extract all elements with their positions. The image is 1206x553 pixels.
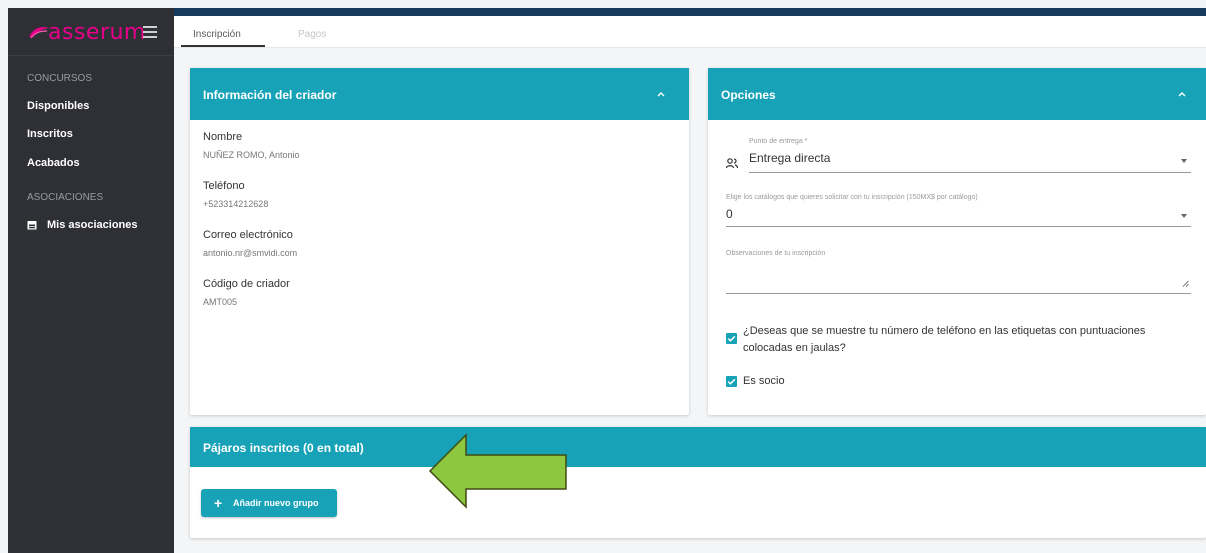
catalogs-select[interactable]: 0: [726, 207, 733, 221]
show-phone-checkbox[interactable]: [726, 333, 737, 344]
sidebar-section-associations: ASOCIACIONES: [27, 192, 104, 203]
active-tab-indicator: [181, 45, 265, 47]
birds-card-title: Pájaros inscritos (0 en total): [203, 441, 364, 455]
options-card-header: Opciones: [708, 68, 1206, 120]
annotation-arrow-icon: [428, 433, 567, 509]
sidebar-item-my-associations[interactable]: Mis asociaciones: [47, 219, 138, 231]
breeder-card-header: Información del criador: [190, 68, 689, 120]
field-label-email: Correo electrónico: [203, 229, 293, 241]
window-top-border: [0, 0, 1206, 8]
delivery-underline: [749, 172, 1191, 173]
field-label-phone: Teléfono: [203, 180, 245, 192]
sidebar-item-registered[interactable]: Inscritos: [27, 128, 73, 140]
top-banner-strip: [174, 8, 1206, 16]
check-icon: [727, 335, 736, 342]
birds-card: Pájaros inscritos (0 en total): [190, 427, 1206, 538]
field-label-name: Nombre: [203, 131, 243, 143]
catalogs-underline: [726, 226, 1191, 227]
calendar-icon: [27, 221, 37, 230]
chevron-up-icon[interactable]: [1178, 90, 1186, 98]
dropdown-arrow-icon[interactable]: [1181, 214, 1187, 218]
add-group-button[interactable]: + Añadir nuevo grupo: [201, 489, 337, 517]
options-card: Opciones Punto de entrega * Entrega dire…: [708, 68, 1206, 415]
brand-header: asserum: [8, 8, 174, 56]
field-value-email: antonio.nr@smvidi.com: [203, 248, 298, 258]
dropdown-arrow-icon[interactable]: [1181, 159, 1187, 163]
options-card-title: Opciones: [721, 88, 776, 102]
tab-payments[interactable]: Pagos: [298, 29, 326, 40]
breeder-card-title: Información del criador: [203, 88, 337, 102]
is-member-label: Es socio: [743, 375, 785, 387]
observations-underline: [726, 293, 1191, 294]
window-left-border: [0, 0, 8, 553]
observations-textarea[interactable]: Observaciones de tu inscripción: [726, 250, 825, 257]
field-label-breeder-code: Código de criador: [203, 278, 290, 290]
catalogs-label: Elige los catálogos que quieres solicita…: [726, 194, 978, 201]
check-icon: [727, 378, 736, 385]
resize-handle-icon[interactable]: [1182, 280, 1189, 287]
brand-name: asserum: [48, 20, 146, 45]
hamburger-icon[interactable]: [143, 26, 157, 38]
breeder-info-card: Información del criador Nombre NUÑEZ ROM…: [190, 68, 689, 415]
plus-icon: +: [214, 495, 223, 511]
delivery-label: Punto de entrega *: [749, 138, 808, 145]
birds-card-header: Pájaros inscritos (0 en total): [190, 427, 1206, 467]
tab-inscription[interactable]: Inscripción: [193, 29, 241, 40]
sidebar-item-finished[interactable]: Acabados: [27, 157, 80, 169]
add-group-button-label: Añadir nuevo grupo: [233, 498, 319, 508]
field-value-phone: +523314212628: [203, 199, 269, 209]
field-value-name: NUÑEZ ROMO, Antonio: [203, 150, 300, 160]
sidebar-section-contests: CONCURSOS: [27, 73, 93, 84]
sidebar: asserum CONCURSOS Disponibles Inscritos …: [8, 8, 174, 553]
chevron-up-icon[interactable]: [657, 90, 665, 98]
delivery-select[interactable]: Entrega directa: [749, 151, 830, 165]
show-phone-label-line1: ¿Deseas que se muestre tu número de telé…: [743, 325, 1146, 337]
is-member-checkbox[interactable]: [726, 376, 737, 387]
show-phone-label-line2: colocadas en jaulas?: [743, 342, 846, 354]
field-value-breeder-code: AMT005: [203, 297, 238, 307]
people-icon: [726, 158, 738, 169]
brand-logo-icon: [29, 27, 49, 39]
sidebar-item-available[interactable]: Disponibles: [27, 100, 89, 112]
